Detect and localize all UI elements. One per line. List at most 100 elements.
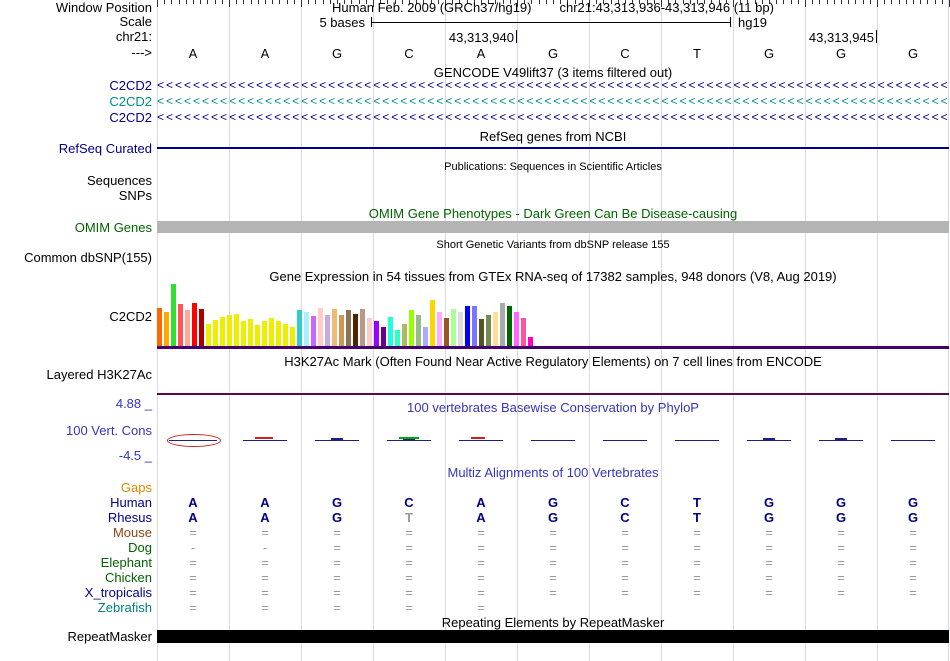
- gtex-bar: [241, 321, 246, 346]
- phylop-max-label: 4.88 _: [115, 396, 152, 411]
- alignment-cell: =: [333, 540, 341, 555]
- multiz-row-label-human[interactable]: Human: [0, 496, 152, 509]
- multiz-title[interactable]: Multiz Alignments of 100 Vertebrates: [157, 466, 949, 479]
- gene-label-c2cd2[interactable]: C2CD2: [0, 111, 152, 124]
- h3k27ac-label[interactable]: Layered H3K27Ac: [0, 368, 152, 381]
- gtex-bar: [213, 320, 218, 346]
- gtex-bar: [234, 314, 239, 346]
- refseq-gene-line[interactable]: [157, 147, 949, 149]
- gtex-bar: [248, 319, 253, 346]
- multiz-row-label-zebrafish[interactable]: Zebrafish: [0, 601, 152, 614]
- genome-browser: Window Position Human Feb. 2009 (GRCh37/…: [0, 0, 950, 661]
- reference-base: C: [404, 46, 414, 61]
- gtex-bar: [381, 327, 386, 346]
- gtex-bar: [430, 300, 435, 346]
- genome-label: hg19: [738, 15, 767, 30]
- gtex-bar: [444, 318, 449, 346]
- refseq-curated-label[interactable]: RefSeq Curated: [0, 142, 152, 155]
- alignment-cell: =: [189, 525, 197, 540]
- phylop-title[interactable]: 100 vertebrates Basewise Conservation by…: [157, 401, 949, 414]
- alignment-cell: A: [476, 495, 486, 510]
- refseq-title[interactable]: RefSeq genes from NCBI: [157, 130, 949, 143]
- dbsnp-label[interactable]: Common dbSNP(155): [0, 251, 152, 264]
- alignment-cell: =: [837, 555, 845, 570]
- multiz-row-label-rhesus[interactable]: Rhesus: [0, 511, 152, 524]
- multiz-row-label-chicken[interactable]: Chicken: [0, 571, 152, 584]
- chrom-label: chr21:: [115, 29, 152, 44]
- gtex-bar: [409, 310, 414, 346]
- phylop-baseline: [747, 440, 791, 441]
- alignment-cell: =: [765, 570, 773, 585]
- phylop-baseline: [819, 440, 863, 441]
- gtex-bar: [423, 327, 428, 346]
- h3k27ac-title[interactable]: H3K27Ac Mark (Often Found Near Active Re…: [157, 355, 949, 368]
- gtex-bar: [171, 284, 176, 346]
- gencode-title[interactable]: GENCODE V49lift37 (3 items filtered out): [157, 66, 949, 79]
- alignment-cell: =: [621, 540, 629, 555]
- gene-label-c2cd2[interactable]: C2CD2: [0, 79, 152, 92]
- alignment-cell: =: [621, 555, 629, 570]
- gtex-bar: [360, 309, 365, 346]
- omim-gene-bar[interactable]: [157, 221, 949, 233]
- h3k27ac-signal-line[interactable]: [157, 393, 949, 395]
- gene-label-c2cd2[interactable]: C2CD2: [0, 95, 152, 108]
- gtex-bar: [332, 309, 337, 346]
- gtex-bar: [164, 312, 169, 346]
- omim-genes-label[interactable]: OMIM Genes: [0, 221, 152, 234]
- phylop-baseline: [243, 440, 287, 441]
- alignment-cell: =: [909, 570, 917, 585]
- alignment-cell: =: [477, 555, 485, 570]
- alignment-cell: =: [765, 540, 773, 555]
- gtex-barchart[interactable]: [157, 284, 949, 346]
- alignment-cell: =: [837, 570, 845, 585]
- alignment-cell: G: [835, 495, 847, 510]
- phylop-baseline: [531, 440, 575, 441]
- phylop-track-label[interactable]: 100 Vert. Cons: [0, 424, 152, 437]
- alignment-cell: =: [693, 525, 701, 540]
- gtex-bar: [157, 308, 162, 346]
- gtex-bar: [290, 327, 295, 346]
- gtex-bar: [402, 324, 407, 346]
- omim-title[interactable]: OMIM Gene Phenotypes - Dark Green Can Be…: [157, 207, 949, 220]
- transcript-arrows[interactable]: <<<<<<<<<<<<<<<<<<<<<<<<<<<<<<<<<<<<<<<<…: [157, 111, 949, 124]
- publications-title[interactable]: Publications: Sequences in Scientific Ar…: [157, 161, 949, 174]
- phylop-accent: [255, 437, 273, 439]
- alignment-cell: =: [693, 585, 701, 600]
- gtex-bar: [178, 304, 183, 346]
- phylop-bump: [835, 438, 847, 440]
- reference-base: T: [693, 46, 701, 61]
- dbsnp-title[interactable]: Short Genetic Variants from dbSNP releas…: [157, 239, 949, 252]
- alignment-cell: =: [693, 540, 701, 555]
- gtex-bar: [297, 310, 302, 346]
- alignment-cell: =: [405, 540, 413, 555]
- alignment-cell: =: [837, 525, 845, 540]
- multiz-row-label-x-tropicalis[interactable]: X_tropicalis: [0, 586, 152, 599]
- repeatmasker-title[interactable]: Repeating Elements by RepeatMasker: [157, 616, 949, 629]
- phylop-baseline: [169, 440, 217, 441]
- gtex-bar: [528, 337, 533, 346]
- gtex-bar: [514, 312, 519, 346]
- gtex-bar: [479, 319, 484, 346]
- transcript-arrows[interactable]: <<<<<<<<<<<<<<<<<<<<<<<<<<<<<<<<<<<<<<<<…: [157, 79, 949, 92]
- multiz-row-label-mouse[interactable]: Mouse: [0, 526, 152, 539]
- transcript-arrows[interactable]: <<<<<<<<<<<<<<<<<<<<<<<<<<<<<<<<<<<<<<<<…: [157, 95, 949, 108]
- gtex-bar: [437, 312, 442, 346]
- multiz-row-label-elephant[interactable]: Elephant: [0, 556, 152, 569]
- snps-label[interactable]: SNPs: [0, 189, 152, 202]
- alignment-cell: G: [907, 510, 919, 525]
- assembly-text: Human Feb. 2009 (GRCh37/hg19): [332, 0, 532, 15]
- multiz-row-label-dog[interactable]: Dog: [0, 541, 152, 554]
- alignment-cell: =: [477, 570, 485, 585]
- gtex-bar: [185, 310, 190, 346]
- sequences-label[interactable]: Sequences: [0, 174, 152, 187]
- alignment-cell: =: [621, 570, 629, 585]
- scale-bar-left-cap: [371, 17, 372, 27]
- repeatmasker-label[interactable]: RepeatMasker: [0, 630, 152, 643]
- reference-base: G: [835, 46, 847, 61]
- gtex-bar: [199, 309, 204, 346]
- repeatmasker-bar[interactable]: [157, 630, 949, 643]
- gtex-gene-label[interactable]: C2CD2: [0, 310, 152, 323]
- multiz-row-label-gaps[interactable]: Gaps: [0, 481, 152, 494]
- phylop-accent: [471, 437, 485, 439]
- gtex-title[interactable]: Gene Expression in 54 tissues from GTEx …: [157, 270, 949, 283]
